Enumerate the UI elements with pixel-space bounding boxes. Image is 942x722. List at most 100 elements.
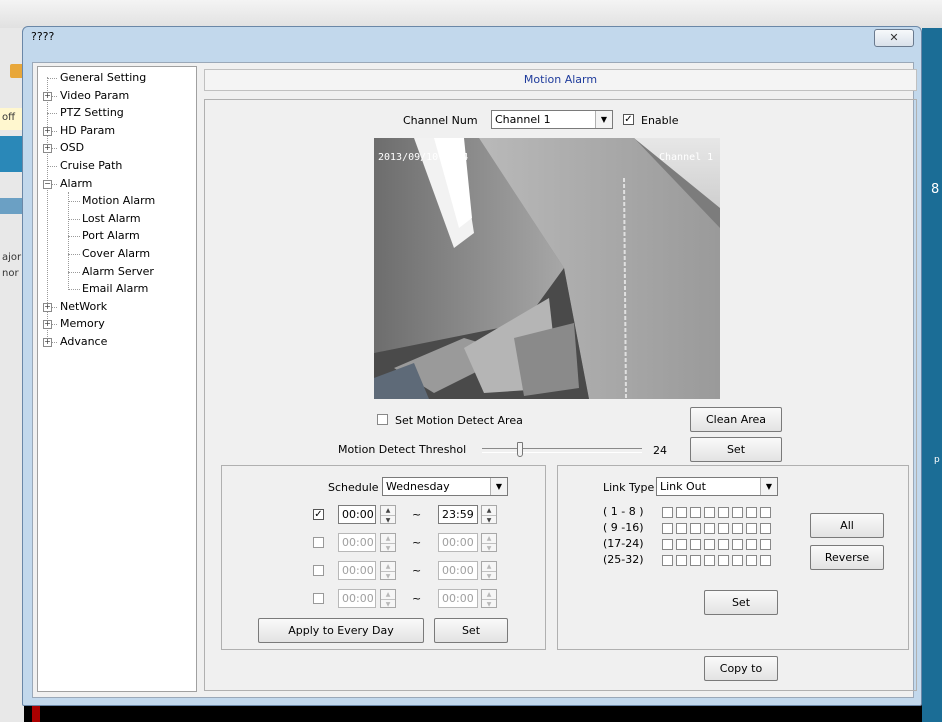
start-time-spinner[interactable]: ▲ ▼: [380, 589, 396, 608]
link-channel-checkbox[interactable]: [760, 523, 771, 534]
arrow-down-icon[interactable]: ▼: [381, 572, 395, 581]
arrow-up-icon[interactable]: ▲: [482, 506, 496, 516]
schedule-row-checkbox[interactable]: [313, 593, 324, 604]
tree-item-lost-alarm[interactable]: Lost Alarm: [82, 211, 141, 226]
link-channel-checkbox[interactable]: [676, 523, 687, 534]
tree-item-ptz-setting[interactable]: PTZ Setting: [60, 105, 124, 120]
link-channel-checkbox[interactable]: [718, 539, 729, 550]
schedule-start-time[interactable]: 00:00: [338, 505, 376, 524]
arrow-down-icon[interactable]: ▼: [482, 544, 496, 553]
link-channel-checkbox[interactable]: [704, 523, 715, 534]
link-channel-checkbox[interactable]: [662, 555, 673, 566]
threshold-slider[interactable]: [482, 442, 642, 457]
tree-item-video-param[interactable]: Video Param: [60, 88, 129, 103]
arrow-down-icon[interactable]: ▼: [482, 572, 496, 581]
link-channel-checkbox[interactable]: [662, 507, 673, 518]
link-channel-checkbox[interactable]: [732, 555, 743, 566]
link-channel-checkbox[interactable]: [704, 507, 715, 518]
end-time-spinner[interactable]: ▲ ▼: [481, 505, 497, 524]
arrow-down-icon[interactable]: ▼: [381, 600, 395, 609]
link-channel-checkbox[interactable]: [676, 539, 687, 550]
schedule-start-time[interactable]: 00:00: [338, 589, 376, 608]
tree-item-motion-alarm[interactable]: Motion Alarm: [82, 193, 155, 208]
tree-item-network[interactable]: NetWork: [60, 299, 107, 314]
link-channel-checkbox[interactable]: [690, 523, 701, 534]
link-channel-checkbox[interactable]: [662, 523, 673, 534]
link-channel-checkbox[interactable]: [746, 523, 757, 534]
tree-item-hd-param[interactable]: HD Param: [60, 123, 115, 138]
schedule-row-checkbox[interactable]: [313, 537, 324, 548]
start-time-spinner[interactable]: ▲ ▼: [380, 561, 396, 580]
link-channel-checkbox[interactable]: [690, 555, 701, 566]
end-time-spinner[interactable]: ▲ ▼: [481, 589, 497, 608]
expand-icon[interactable]: +: [43, 144, 52, 154]
arrow-up-icon[interactable]: ▲: [482, 534, 496, 544]
link-channel-checkbox[interactable]: [760, 555, 771, 566]
arrow-up-icon[interactable]: ▲: [381, 590, 395, 600]
schedule-end-time[interactable]: 00:00: [438, 561, 478, 580]
link-channel-checkbox[interactable]: [718, 555, 729, 566]
link-channel-checkbox[interactable]: [746, 555, 757, 566]
threshold-set-button[interactable]: Set: [690, 437, 782, 462]
schedule-end-time[interactable]: 00:00: [438, 533, 478, 552]
link-channel-checkbox[interactable]: [704, 555, 715, 566]
expand-icon[interactable]: +: [43, 338, 52, 347]
schedule-set-button[interactable]: Set: [434, 618, 508, 643]
link-channel-checkbox[interactable]: [746, 539, 757, 550]
tree-item-osd[interactable]: OSD: [60, 140, 84, 155]
link-channel-checkbox[interactable]: [690, 539, 701, 550]
link-all-button[interactable]: All: [810, 513, 884, 538]
copy-to-button[interactable]: Copy to: [704, 656, 778, 681]
arrow-down-icon[interactable]: ▼: [482, 600, 496, 609]
arrow-up-icon[interactable]: ▲: [482, 590, 496, 600]
enable-checkbox[interactable]: ✓: [623, 114, 634, 125]
arrow-up-icon[interactable]: ▲: [381, 534, 395, 544]
tree-item-cruise-path[interactable]: Cruise Path: [60, 158, 122, 173]
expand-icon[interactable]: +: [43, 320, 52, 330]
link-channel-checkbox[interactable]: [760, 539, 771, 550]
channel-select[interactable]: Channel 1 ▼: [491, 110, 613, 129]
link-channel-checkbox[interactable]: [732, 507, 743, 518]
apply-every-day-button[interactable]: Apply to Every Day: [258, 618, 424, 643]
link-channel-checkbox[interactable]: [718, 523, 729, 534]
arrow-up-icon[interactable]: ▲: [482, 562, 496, 572]
schedule-start-time[interactable]: 00:00: [338, 561, 376, 580]
expand-icon[interactable]: +: [43, 126, 52, 136]
link-channel-checkbox[interactable]: [676, 555, 687, 566]
threshold-slider-thumb[interactable]: [517, 442, 523, 457]
schedule-end-time[interactable]: 00:00: [438, 589, 478, 608]
clean-area-button[interactable]: Clean Area: [690, 407, 782, 432]
expand-icon[interactable]: +: [43, 91, 52, 101]
link-set-button[interactable]: Set: [704, 590, 778, 615]
expand-icon[interactable]: +: [43, 302, 52, 312]
link-channel-checkbox[interactable]: [760, 507, 771, 518]
link-channel-checkbox[interactable]: [718, 507, 729, 518]
arrow-down-icon[interactable]: ▼: [381, 516, 395, 525]
settings-tree[interactable]: General Setting + Video Param PTZ Setting + H…: [37, 66, 197, 692]
arrow-down-icon[interactable]: ▼: [482, 516, 496, 525]
tree-item-cover-alarm[interactable]: Cover Alarm: [82, 246, 150, 261]
tree-item-port-alarm[interactable]: Port Alarm: [82, 228, 140, 243]
start-time-spinner[interactable]: ▲ ▼: [380, 505, 396, 524]
schedule-start-time[interactable]: 00:00: [338, 533, 376, 552]
link-channel-checkbox[interactable]: [746, 507, 757, 518]
schedule-end-time[interactable]: 23:59: [438, 505, 478, 524]
link-type-select[interactable]: Link Out ▼: [656, 477, 778, 496]
link-channel-checkbox[interactable]: [732, 539, 743, 550]
tree-item-advance[interactable]: Advance: [60, 334, 107, 349]
tree-item-alarm[interactable]: Alarm: [60, 176, 92, 191]
motion-area-checkbox[interactable]: [377, 414, 388, 425]
close-button[interactable]: ✕: [874, 29, 914, 47]
tree-item-general-setting[interactable]: General Setting: [60, 70, 146, 85]
tree-item-alarm-server[interactable]: Alarm Server: [82, 264, 154, 279]
arrow-up-icon[interactable]: ▲: [381, 506, 395, 516]
tree-item-memory[interactable]: Memory: [60, 316, 105, 331]
start-time-spinner[interactable]: ▲ ▼: [380, 533, 396, 552]
link-channel-checkbox[interactable]: [690, 507, 701, 518]
arrow-up-icon[interactable]: ▲: [381, 562, 395, 572]
arrow-down-icon[interactable]: ▼: [381, 544, 395, 553]
schedule-row-checkbox[interactable]: ✓: [313, 509, 324, 520]
link-channel-checkbox[interactable]: [704, 539, 715, 550]
collapse-icon[interactable]: −: [43, 179, 52, 189]
end-time-spinner[interactable]: ▲ ▼: [481, 533, 497, 552]
